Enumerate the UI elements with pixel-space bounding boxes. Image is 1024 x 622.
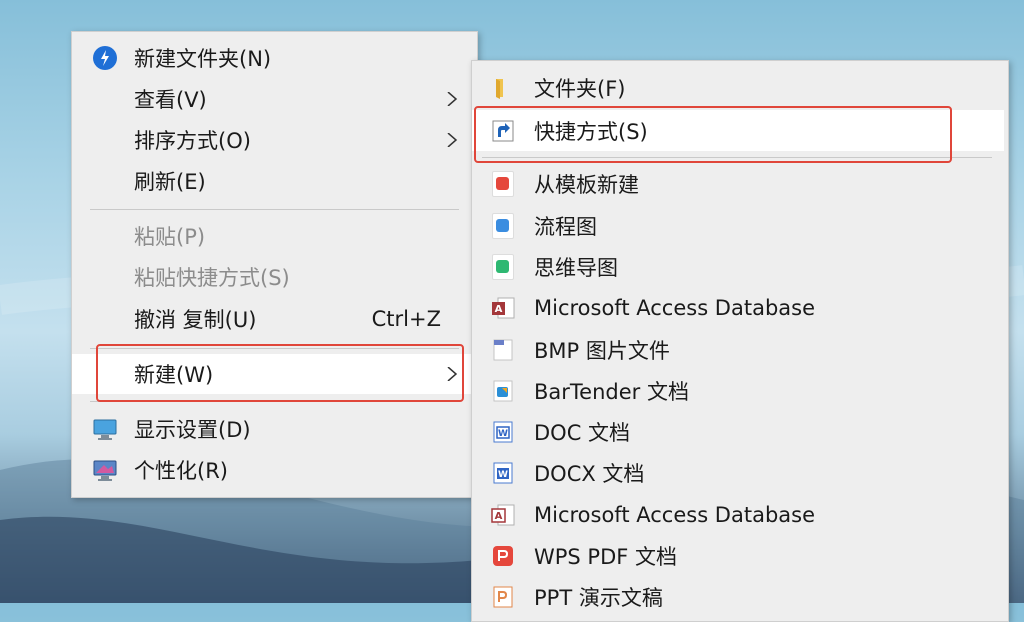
menu-item-label: BMP 图片文件 [534,339,670,363]
menu-item-personalize[interactable]: 个性化(R) [72,450,477,490]
menu-item-label: PPT 演示文稿 [534,586,663,610]
submenu-item-access[interactable]: A Microsoft Access Database [472,288,1008,328]
menu-item-new-folder[interactable]: 新建文件夹(N) [72,38,477,78]
menu-item-refresh[interactable]: 刷新(E) [72,161,477,201]
menu-item-label: 粘贴快捷方式(S) [134,266,290,290]
docx-icon: W [490,460,516,486]
flowchart-icon [490,213,516,239]
chevron-right-icon [447,367,458,381]
menu-item-label: 显示设置(D) [134,418,251,442]
menu-item-label: DOCX 文档 [534,462,645,486]
menu-item-label: 撤消 复制(U) [134,308,257,332]
submenu-item-shortcut[interactable]: 快捷方式(S) [472,110,1004,151]
submenu-item-folder[interactable]: 文件夹(F) [472,68,1008,108]
svg-text:W: W [498,429,508,439]
folder-icon [490,75,516,101]
submenu-item-pdf[interactable]: WPS PDF 文档 [472,536,1008,576]
personalize-icon [92,457,118,483]
menu-separator [90,401,459,402]
pdf-icon [490,543,516,569]
monitor-icon [92,416,118,442]
menu-item-paste[interactable]: 粘贴(P) [72,216,477,256]
menu-item-label: 流程图 [534,215,597,239]
menu-item-view[interactable]: 查看(V) [72,79,477,119]
mindmap-icon [490,254,516,280]
submenu-item-template[interactable]: 从模板新建 [472,164,1008,204]
access-icon: A [490,295,516,321]
menu-item-sort[interactable]: 排序方式(O) [72,120,477,160]
submenu-item-flowchart[interactable]: 流程图 [472,206,1008,246]
submenu-item-docx[interactable]: W DOCX 文档 [472,453,1008,493]
menu-separator [90,209,459,210]
menu-item-paste-shortcut[interactable]: 粘贴快捷方式(S) [72,257,477,297]
shortcut-icon [490,118,516,144]
menu-item-undo-copy[interactable]: 撤消 复制(U) Ctrl+Z [72,299,477,339]
submenu-item-bartender[interactable]: BarTender 文档 [472,371,1008,411]
menu-item-label: 排序方式(O) [134,129,251,153]
menu-item-label: Microsoft Access Database [534,503,816,527]
menu-item-label: 粘贴(P) [134,225,206,249]
submenu-item-ppt[interactable]: PPT 演示文稿 [472,577,1008,617]
bmp-icon [490,337,516,363]
desktop-context-menu: 新建文件夹(N) 查看(V) 排序方式(O) 刷新(E) 粘贴(P) 粘贴快捷方… [71,31,478,498]
bartender-icon [490,378,516,404]
chevron-right-icon [447,92,458,106]
menu-item-label: 新建(W) [134,363,214,387]
menu-item-new[interactable]: 新建(W) [72,354,477,394]
menu-item-display-settings[interactable]: 显示设置(D) [72,409,477,449]
menu-item-label: WPS PDF 文档 [534,545,678,569]
menu-item-label: 新建文件夹(N) [134,47,272,71]
submenu-item-doc[interactable]: W DOC 文档 [472,412,1008,452]
chevron-right-icon [447,133,458,147]
menu-item-label: 个性化(R) [134,459,228,483]
menu-item-label: 查看(V) [134,88,207,112]
menu-item-label: BarTender 文档 [534,380,689,404]
menu-item-label: DOC 文档 [534,421,631,445]
submenu-item-mindmap[interactable]: 思维导图 [472,247,1008,287]
menu-separator [90,348,459,349]
doc-icon: W [490,419,516,445]
menu-separator [482,157,992,158]
svg-text:A: A [495,511,503,522]
shortcut-label: Ctrl+Z [371,307,441,331]
menu-item-label: Microsoft Access Database [534,296,816,320]
template-icon [490,171,516,197]
svg-text:W: W [498,470,508,480]
menu-item-label: 文件夹(F) [534,77,626,101]
menu-item-label: 从模板新建 [534,173,639,197]
access-icon: A [490,502,516,528]
submenu-item-bmp[interactable]: BMP 图片文件 [472,330,1008,370]
menu-item-label: 思维导图 [534,256,618,280]
ppt-icon [490,584,516,610]
new-submenu: 文件夹(F) 快捷方式(S) 从模板新建 流程图 思维导图 A Microsof… [471,60,1009,622]
svg-text:A: A [495,304,503,315]
submenu-item-access-2[interactable]: A Microsoft Access Database [472,495,1008,535]
new-folder-icon [92,45,118,71]
menu-item-label: 快捷方式(S) [534,119,648,144]
menu-item-label: 刷新(E) [134,170,206,194]
